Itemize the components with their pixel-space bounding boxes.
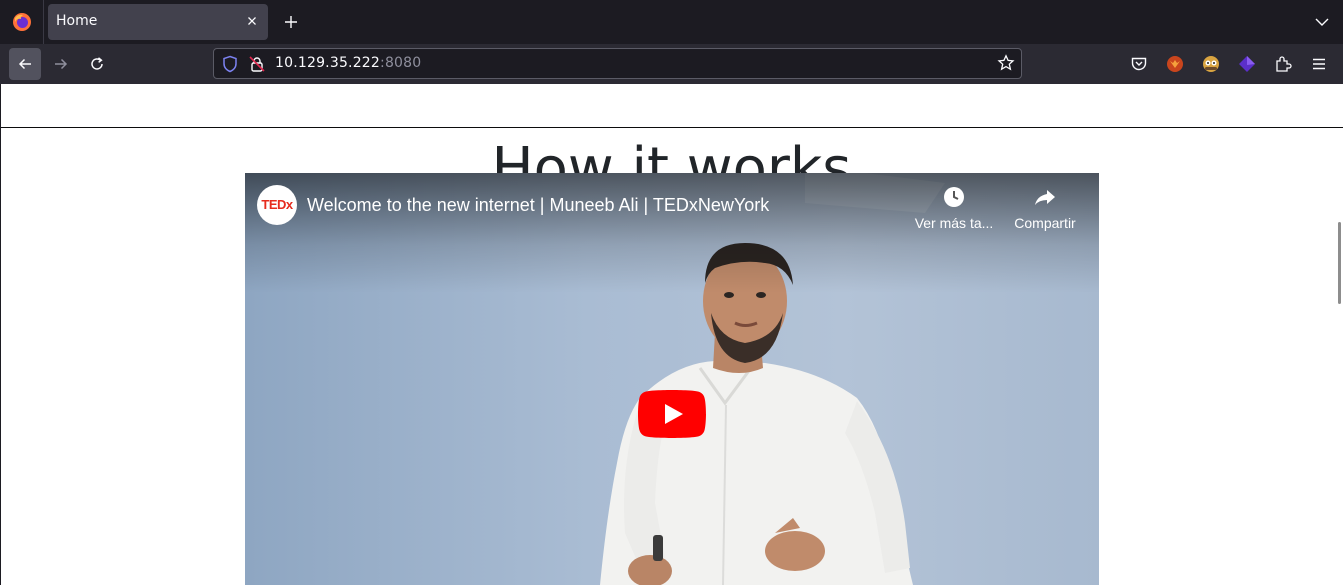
extensions-puzzle-icon[interactable] [1274, 55, 1292, 73]
back-button[interactable] [9, 48, 41, 80]
youtube-embed[interactable]: TEDx Welcome to the new internet | Munee… [245, 173, 1099, 585]
bookmark-star-icon[interactable] [997, 54, 1015, 76]
watch-later-button[interactable]: Ver más ta... [909, 185, 999, 231]
url-bar[interactable]: 10.129.35.222:8080 [213, 48, 1022, 79]
menu-icon[interactable] [1310, 55, 1328, 73]
forward-button[interactable] [45, 48, 77, 80]
tab-strip: Home [0, 0, 1343, 44]
video-title[interactable]: Welcome to the new internet | Muneeb Ali… [307, 195, 769, 216]
page-scrollbar[interactable] [1338, 222, 1341, 304]
toolbar-divider [0, 127, 1343, 128]
tab-separator [43, 0, 44, 44]
reload-icon [91, 57, 103, 70]
channel-avatar[interactable]: TEDx [257, 185, 297, 225]
url-text[interactable]: 10.129.35.222:8080 [275, 55, 421, 71]
reload-button[interactable] [81, 48, 113, 80]
watch-later-label: Ver más ta... [914, 215, 994, 231]
chevron-down-icon[interactable] [1314, 14, 1330, 30]
clock-icon [944, 187, 964, 207]
url-port: :8080 [380, 55, 422, 71]
extension-fox-icon[interactable] [1166, 55, 1184, 73]
share-arrow-icon [1035, 190, 1055, 205]
youtube-play-icon [638, 390, 706, 438]
url-host: 10.129.35.222 [275, 55, 381, 71]
extension-mascot-icon[interactable] [1202, 55, 1220, 73]
close-icon[interactable] [244, 13, 260, 29]
tedx-logo-text: TEDx [261, 197, 293, 212]
extension-cube-icon[interactable] [1238, 55, 1256, 73]
arrow-right-icon [55, 58, 68, 70]
tracking-protection-icon[interactable] [222, 55, 238, 77]
pocket-icon[interactable] [1130, 55, 1148, 73]
new-tab-icon[interactable] [282, 13, 300, 31]
tab-home[interactable]: Home [48, 4, 268, 40]
share-button[interactable]: Compartir [1007, 185, 1083, 231]
insecure-lock-icon[interactable] [249, 56, 265, 76]
firefox-icon[interactable] [12, 12, 32, 32]
tab-title: Home [56, 13, 98, 29]
arrow-left-icon [18, 58, 31, 70]
navigation-toolbar: 10.129.35.222:8080 [0, 44, 1343, 128]
play-button[interactable] [638, 390, 706, 438]
share-label: Compartir [1014, 215, 1076, 231]
